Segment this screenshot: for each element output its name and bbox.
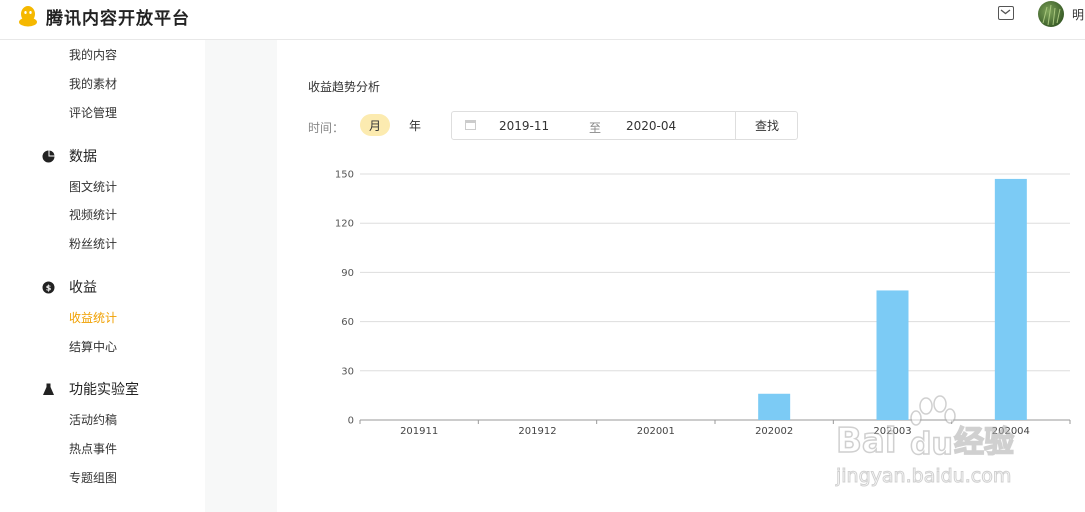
paw-toe [933,395,947,413]
bar-202003 [876,290,909,420]
bar-202004 [994,178,1027,420]
watermark-url: jingyan.baidu.com [835,465,1011,487]
watermark-brand-suffix: du [910,427,953,462]
income-bar-chart: 0306090120150201911 201912 202001 202002 202… [335,170,1071,488]
y-tick-label: 60 [341,317,354,328]
bar-202002 [758,393,791,420]
x-tick-label: 202001 [637,426,675,437]
y-tick-label: 30 [341,366,354,377]
baidu-jingyan-watermark: Bai du 经验 jingyan.baidu.com [835,395,1015,488]
x-tick-label: 201912 [518,426,556,437]
paw-toe [944,408,956,424]
watermark-cn: 经验 [954,425,1014,460]
y-tick-label: 90 [341,268,354,279]
watermark-brand: Bai [836,421,897,461]
y-tick-label: 120 [335,219,354,230]
paw-toe [910,410,922,426]
x-tick-label: 202002 [755,426,793,437]
y-tick-label: 0 [348,416,354,427]
paw-toe [919,397,933,415]
x-tick-label: 201911 [400,426,438,437]
y-tick-label: 150 [335,170,354,181]
